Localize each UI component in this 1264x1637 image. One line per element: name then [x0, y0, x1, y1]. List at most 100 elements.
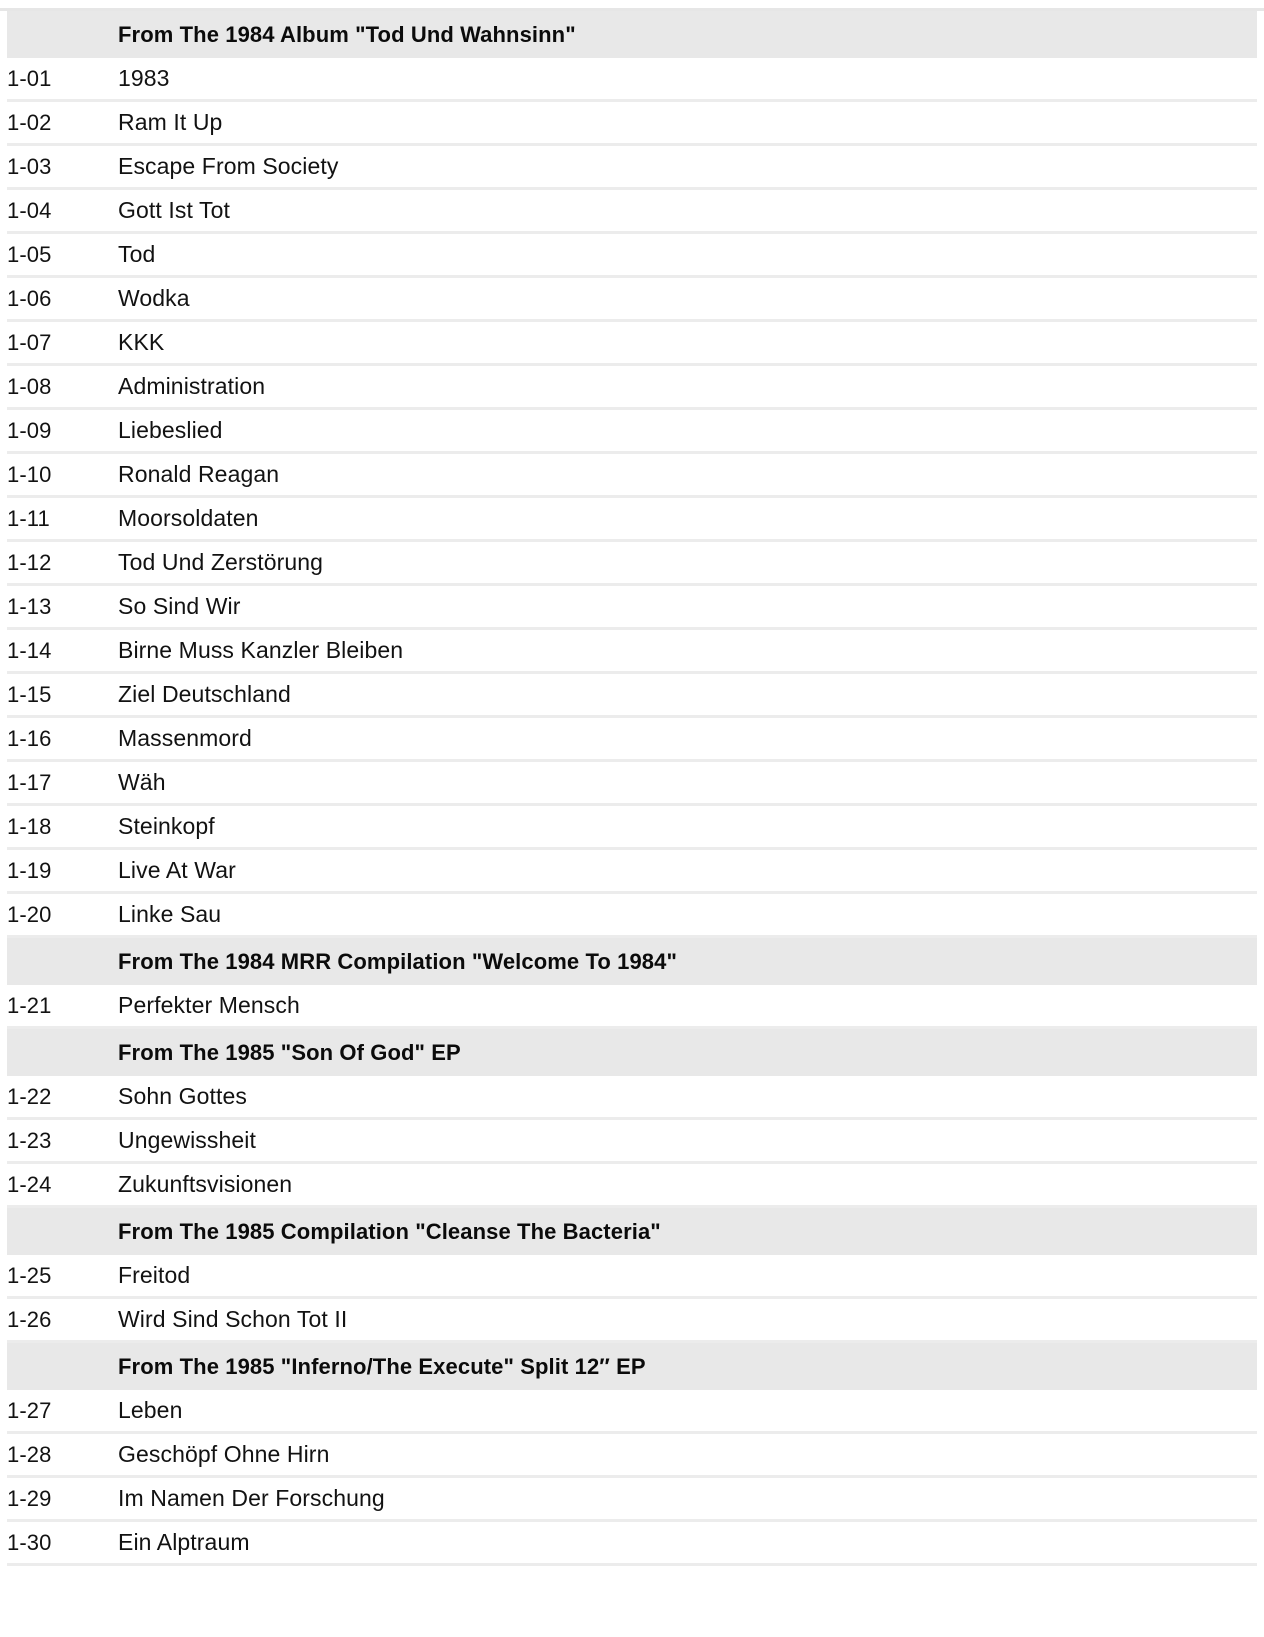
tracklist-section-header: From The 1985 "Inferno/The Execute" Spli… — [7, 1341, 1257, 1390]
table-row: 1-02 Ram It Up — [7, 100, 1257, 146]
tracklist-section-header: From The 1985 Compilation "Cleanse The B… — [7, 1206, 1257, 1255]
track-position: 1-19 — [7, 848, 118, 894]
track-position: 1-15 — [7, 672, 118, 718]
track-title[interactable]: Leben — [118, 1390, 1257, 1434]
track-title[interactable]: Tod — [118, 232, 1257, 278]
track-title[interactable]: Tod Und Zerstörung — [118, 540, 1257, 586]
tracklist-table: From The 1984 Album "Tod Und Wahnsinn" 1-… — [7, 11, 1257, 1566]
track-position: 1-10 — [7, 452, 118, 498]
table-row: 1-27 Leben — [7, 1390, 1257, 1434]
track-title[interactable]: Massenmord — [118, 716, 1257, 762]
track-title[interactable]: Wäh — [118, 760, 1257, 806]
track-position: 1-29 — [7, 1476, 118, 1522]
track-position: 1-22 — [7, 1076, 118, 1120]
track-position: 1-24 — [7, 1162, 118, 1208]
track-title[interactable]: Live At War — [118, 848, 1257, 894]
table-row: 1-06 Wodka — [7, 276, 1257, 322]
track-title[interactable]: Wodka — [118, 276, 1257, 322]
table-row: 1-15 Ziel Deutschland — [7, 672, 1257, 718]
track-position: 1-07 — [7, 320, 118, 366]
track-title[interactable]: Escape From Society — [118, 144, 1257, 190]
track-title[interactable]: Steinkopf — [118, 804, 1257, 850]
track-position: 1-27 — [7, 1390, 118, 1434]
table-row: 1-14 Birne Muss Kanzler Bleiben — [7, 628, 1257, 674]
track-position: 1-11 — [7, 496, 118, 542]
table-row: 1-19 Live At War — [7, 848, 1257, 894]
track-title[interactable]: So Sind Wir — [118, 584, 1257, 630]
section-header-label: From The 1984 Album "Tod Und Wahnsinn" — [118, 11, 1257, 58]
table-row: 1-10 Ronald Reagan — [7, 452, 1257, 498]
table-row: 1-09 Liebeslied — [7, 408, 1257, 454]
track-title[interactable]: KKK — [118, 320, 1257, 366]
track-title[interactable]: Gott Ist Tot — [118, 188, 1257, 234]
table-row: 1-28 Geschöpf Ohne Hirn — [7, 1432, 1257, 1478]
track-position: 1-06 — [7, 276, 118, 322]
track-title[interactable]: Ronald Reagan — [118, 452, 1257, 498]
section-header-spacer — [7, 1341, 118, 1390]
table-row: 1-03 Escape From Society — [7, 144, 1257, 190]
track-title[interactable]: Ziel Deutschland — [118, 672, 1257, 718]
tracklist-section-header: From The 1984 MRR Compilation "Welcome T… — [7, 936, 1257, 985]
section-header-spacer — [7, 1027, 118, 1076]
section-header-spacer — [7, 936, 118, 985]
table-row: 1-21 Perfekter Mensch — [7, 985, 1257, 1029]
section-header-label: From The 1985 "Inferno/The Execute" Spli… — [118, 1341, 1257, 1390]
track-title[interactable]: Wird Sind Schon Tot II — [118, 1297, 1257, 1343]
track-title[interactable]: Moorsoldaten — [118, 496, 1257, 542]
track-position: 1-17 — [7, 760, 118, 806]
track-title[interactable]: Im Namen Der Forschung — [118, 1476, 1257, 1522]
table-row: 1-07 KKK — [7, 320, 1257, 366]
table-row: 1-16 Massenmord — [7, 716, 1257, 762]
table-row: 1-12 Tod Und Zerstörung — [7, 540, 1257, 586]
table-row: 1-05 Tod — [7, 232, 1257, 278]
track-position: 1-18 — [7, 804, 118, 850]
table-row: 1-08 Administration — [7, 364, 1257, 410]
track-title[interactable]: Linke Sau — [118, 892, 1257, 938]
track-position: 1-02 — [7, 100, 118, 146]
track-position: 1-23 — [7, 1118, 118, 1164]
track-position: 1-13 — [7, 584, 118, 630]
track-title[interactable]: Ein Alptraum — [118, 1520, 1257, 1566]
table-row: 1-18 Steinkopf — [7, 804, 1257, 850]
track-position: 1-26 — [7, 1297, 118, 1343]
track-position: 1-28 — [7, 1432, 118, 1478]
table-row: 1-20 Linke Sau — [7, 892, 1257, 938]
section-header-spacer — [7, 1206, 118, 1255]
track-title[interactable]: Perfekter Mensch — [118, 985, 1257, 1029]
table-row: 1-17 Wäh — [7, 760, 1257, 806]
track-title[interactable]: Freitod — [118, 1255, 1257, 1299]
section-header-spacer — [7, 11, 118, 58]
track-position: 1-12 — [7, 540, 118, 586]
table-row: 1-29 Im Namen Der Forschung — [7, 1476, 1257, 1522]
table-row: 1-13 So Sind Wir — [7, 584, 1257, 630]
section-header-label: From The 1984 MRR Compilation "Welcome T… — [118, 936, 1257, 985]
track-title[interactable]: Ram It Up — [118, 100, 1257, 146]
track-position: 1-16 — [7, 716, 118, 762]
track-title[interactable]: Zukunftsvisionen — [118, 1162, 1257, 1208]
track-position: 1-14 — [7, 628, 118, 674]
table-row: 1-26 Wird Sind Schon Tot II — [7, 1297, 1257, 1343]
track-title[interactable]: Administration — [118, 364, 1257, 410]
track-position: 1-30 — [7, 1520, 118, 1566]
table-row: 1-04 Gott Ist Tot — [7, 188, 1257, 234]
section-header-label: From The 1985 "Son Of God" EP — [118, 1027, 1257, 1076]
track-title[interactable]: Birne Muss Kanzler Bleiben — [118, 628, 1257, 674]
table-row: 1-24 Zukunftsvisionen — [7, 1162, 1257, 1208]
track-title[interactable]: Geschöpf Ohne Hirn — [118, 1432, 1257, 1478]
tracklist-section-header: From The 1985 "Son Of God" EP — [7, 1027, 1257, 1076]
track-title[interactable]: Ungewissheit — [118, 1118, 1257, 1164]
table-row: 1-23 Ungewissheit — [7, 1118, 1257, 1164]
tracklist-section-header: From The 1984 Album "Tod Und Wahnsinn" — [7, 11, 1257, 58]
table-row: 1-30 Ein Alptraum — [7, 1520, 1257, 1566]
table-row: 1-11 Moorsoldaten — [7, 496, 1257, 542]
track-title[interactable]: Sohn Gottes — [118, 1076, 1257, 1120]
table-row: 1-22 Sohn Gottes — [7, 1076, 1257, 1120]
track-position: 1-08 — [7, 364, 118, 410]
track-position: 1-01 — [7, 58, 118, 102]
table-row: 1-25 Freitod — [7, 1255, 1257, 1299]
tracklist-container: From The 1984 Album "Tod Und Wahnsinn" 1-… — [0, 8, 1264, 1566]
track-title[interactable]: 1983 — [118, 58, 1257, 102]
track-position: 1-25 — [7, 1255, 118, 1299]
track-title[interactable]: Liebeslied — [118, 408, 1257, 454]
track-position: 1-03 — [7, 144, 118, 190]
